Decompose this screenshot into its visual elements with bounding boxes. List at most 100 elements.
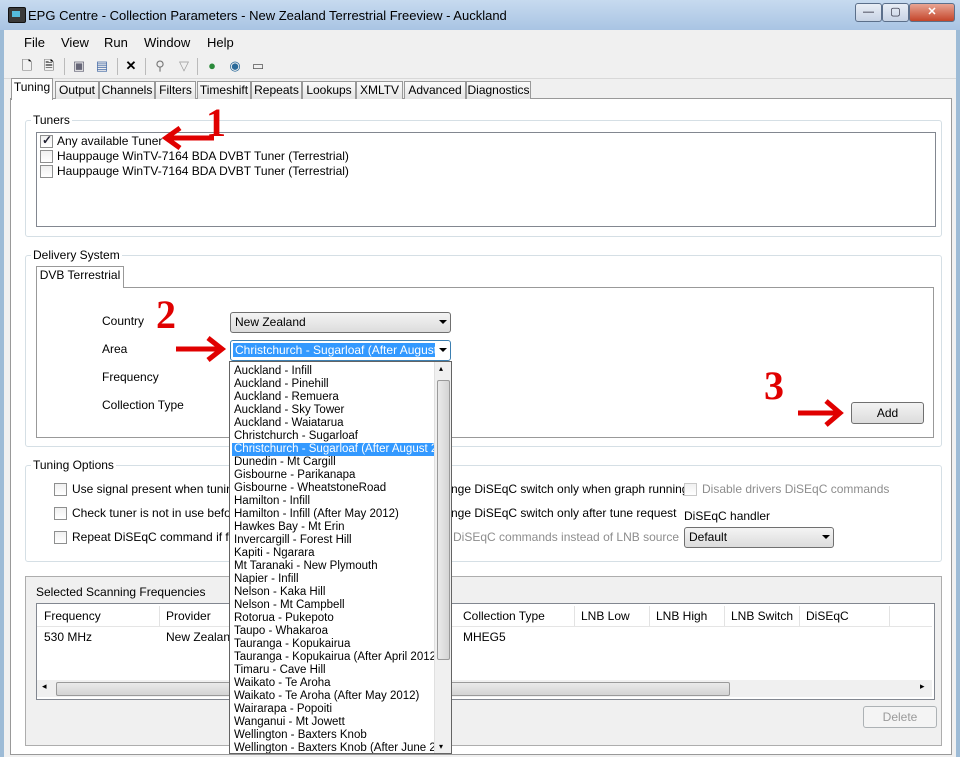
dropdown-option[interactable]: Tauranga - Kopukairua bbox=[232, 638, 435, 651]
close-button[interactable]: ✕ bbox=[909, 3, 955, 22]
scroll-right-icon[interactable]: ▸ bbox=[920, 681, 925, 692]
dropdown-option[interactable]: Waikato - Te Aroha bbox=[232, 677, 435, 690]
delete-icon[interactable]: ✕ bbox=[123, 58, 139, 74]
dropdown-option[interactable]: Wellington - Baxters Knob bbox=[232, 729, 435, 742]
menu-run[interactable]: Run bbox=[104, 35, 128, 50]
column-header[interactable]: LNB Switch bbox=[725, 606, 800, 626]
country-select[interactable]: New Zealand bbox=[230, 312, 451, 333]
scroll-left-icon[interactable]: ◂ bbox=[42, 681, 47, 692]
country-label: Country bbox=[102, 314, 145, 328]
dropdown-option[interactable]: Wellington - Baxters Knob (After June 20… bbox=[232, 742, 451, 753]
tuner-label: Hauppauge WinTV-7164 BDA DVBT Tuner (Ter… bbox=[57, 164, 349, 178]
chevron-down-icon bbox=[822, 535, 830, 539]
dropdown-option[interactable]: Auckland - Remuera bbox=[232, 391, 435, 404]
globe-icon[interactable]: ● bbox=[204, 58, 220, 74]
column-header[interactable]: LNB High bbox=[650, 606, 725, 626]
dropdown-scroll-thumb[interactable] bbox=[437, 380, 450, 660]
option-checkbox[interactable] bbox=[54, 483, 67, 496]
column-header[interactable]: DiSEqC bbox=[800, 606, 890, 626]
tab-lookups[interactable]: Lookups bbox=[302, 81, 356, 99]
menu-help[interactable]: Help bbox=[207, 35, 234, 50]
dropdown-option[interactable]: Dunedin - Mt Cargill bbox=[232, 456, 435, 469]
open-file-icon[interactable]: 🗎 bbox=[41, 58, 57, 74]
dropdown-option[interactable]: Taupo - Whakaroa bbox=[232, 625, 435, 638]
diseqc-handler-select[interactable]: Default bbox=[684, 527, 834, 548]
diseqc-handler-label: DiSEqC handler bbox=[684, 509, 771, 523]
minimize-button[interactable]: — bbox=[855, 3, 882, 22]
new-file-icon[interactable]: 🗋 bbox=[19, 58, 35, 74]
menu-view[interactable]: View bbox=[61, 35, 89, 50]
dropdown-option[interactable]: Auckland - Infill bbox=[232, 365, 435, 378]
option-signal-present: Use signal present when tuning if bbox=[72, 482, 249, 496]
tab-diagnostics[interactable]: Diagnostics bbox=[466, 81, 531, 99]
maximize-button[interactable]: ▢ bbox=[882, 3, 909, 22]
dropdown-option[interactable]: Kapiti - Ngarara bbox=[232, 547, 435, 560]
dropdown-option[interactable]: Mt Taranaki - New Plymouth bbox=[232, 560, 435, 573]
column-header[interactable]: Collection Type bbox=[457, 606, 575, 626]
filter-icon[interactable]: ▽ bbox=[176, 58, 192, 74]
tab-advanced[interactable]: Advanced bbox=[404, 81, 466, 99]
chevron-down-icon bbox=[439, 348, 447, 352]
dropdown-option[interactable]: Auckland - Waiatarua bbox=[232, 417, 435, 430]
dropdown-option[interactable]: Hamilton - Infill (After May 2012) bbox=[232, 508, 435, 521]
delivery-system-label: Delivery System bbox=[31, 248, 122, 262]
column-header[interactable]: Provider bbox=[160, 606, 230, 626]
tuner-checkbox[interactable] bbox=[40, 133, 53, 148]
dropdown-option[interactable]: Wanganui - Mt Jowett bbox=[232, 716, 435, 729]
tab-channels[interactable]: Channels bbox=[99, 81, 155, 99]
option-checkbox[interactable] bbox=[684, 483, 697, 496]
dropdown-option[interactable]: Christchurch - Sugarloaf (After August 2… bbox=[232, 443, 451, 456]
dropdown-option[interactable]: Napier - Infill bbox=[232, 573, 435, 586]
dropdown-option[interactable]: Hawkes Bay - Mt Erin bbox=[232, 521, 435, 534]
scroll-up-icon[interactable]: ▴ bbox=[439, 364, 443, 373]
scroll-down-icon[interactable]: ▾ bbox=[439, 742, 443, 751]
tuner-label: Hauppauge WinTV-7164 BDA DVBT Tuner (Ter… bbox=[57, 149, 349, 163]
toolbar-separator bbox=[145, 58, 146, 75]
option-check-tuner: Check tuner is not in use before c bbox=[72, 506, 251, 520]
tab-timeshift[interactable]: Timeshift bbox=[197, 81, 251, 99]
dropdown-option[interactable]: Nelson - Mt Campbell bbox=[232, 599, 435, 612]
tab-filters[interactable]: Filters bbox=[155, 81, 196, 99]
dropdown-option[interactable]: Gisbourne - Parikanapa bbox=[232, 469, 435, 482]
keyboard-icon[interactable]: ▭ bbox=[250, 58, 266, 74]
option-checkbox[interactable] bbox=[54, 531, 67, 544]
dropdown-option[interactable]: Hamilton - Infill bbox=[232, 495, 435, 508]
area-dropdown-list[interactable]: Auckland - Infill Auckland - Pinehill Auck… bbox=[229, 361, 452, 754]
dropdown-scrollbar[interactable]: ▴ ▾ bbox=[434, 362, 451, 753]
menu-file[interactable]: File bbox=[24, 35, 45, 50]
dropdown-option[interactable]: Gisbourne - WheatstoneRoad bbox=[232, 482, 435, 495]
dropdown-option[interactable]: Wairarapa - Popoiti bbox=[232, 703, 435, 716]
tab-output[interactable]: Output bbox=[55, 81, 99, 99]
dropdown-option[interactable]: Christchurch - Sugarloaf bbox=[232, 430, 435, 443]
dropdown-option[interactable]: Timaru - Cave Hill bbox=[232, 664, 435, 677]
find-icon[interactable]: ⚲ bbox=[152, 58, 168, 74]
tab-xmltv[interactable]: XMLTV bbox=[356, 81, 403, 99]
tab-dvb-terrestrial[interactable]: DVB Terrestrial bbox=[36, 266, 124, 288]
dropdown-option[interactable]: Auckland - Pinehill bbox=[232, 378, 435, 391]
table-cell-provider: New Zealand bbox=[166, 630, 237, 644]
dropdown-option[interactable]: Rotorua - Pukepoto bbox=[232, 612, 435, 625]
option-checkbox[interactable] bbox=[54, 507, 67, 520]
menu-window[interactable]: Window bbox=[144, 35, 190, 50]
column-header[interactable]: LNB Low bbox=[575, 606, 650, 626]
tuner-checkbox[interactable] bbox=[40, 150, 53, 163]
option-disable-drivers-diseqc: Disable drivers DiSEqC commands bbox=[702, 482, 890, 496]
column-header[interactable]: Frequency bbox=[38, 606, 160, 626]
tab-repeats[interactable]: Repeats bbox=[251, 81, 302, 99]
tab-tuning[interactable]: Tuning bbox=[11, 78, 53, 100]
area-select[interactable]: Christchurch - Sugarloaf (After August 2… bbox=[230, 340, 451, 361]
dropdown-option[interactable]: Auckland - Sky Tower bbox=[232, 404, 435, 417]
dropdown-option[interactable]: Nelson - Kaka Hill bbox=[232, 586, 435, 599]
save-all-icon[interactable]: ▤ bbox=[94, 58, 110, 74]
tuner-checkbox[interactable] bbox=[40, 165, 53, 178]
delete-button[interactable]: Delete bbox=[863, 706, 937, 728]
dropdown-option[interactable]: Tauranga - Kopukairua (After April 2012) bbox=[232, 651, 440, 664]
save-icon[interactable]: ▣ bbox=[71, 58, 87, 74]
add-button[interactable]: Add bbox=[851, 402, 924, 424]
annotation-arrow-right bbox=[798, 399, 844, 427]
app-tv-icon bbox=[8, 7, 26, 23]
search-icon[interactable]: ◉ bbox=[227, 58, 243, 74]
toolbar-separator bbox=[64, 58, 65, 75]
dropdown-option[interactable]: Invercargill - Forest Hill bbox=[232, 534, 435, 547]
dropdown-option[interactable]: Waikato - Te Aroha (After May 2012) bbox=[232, 690, 435, 703]
